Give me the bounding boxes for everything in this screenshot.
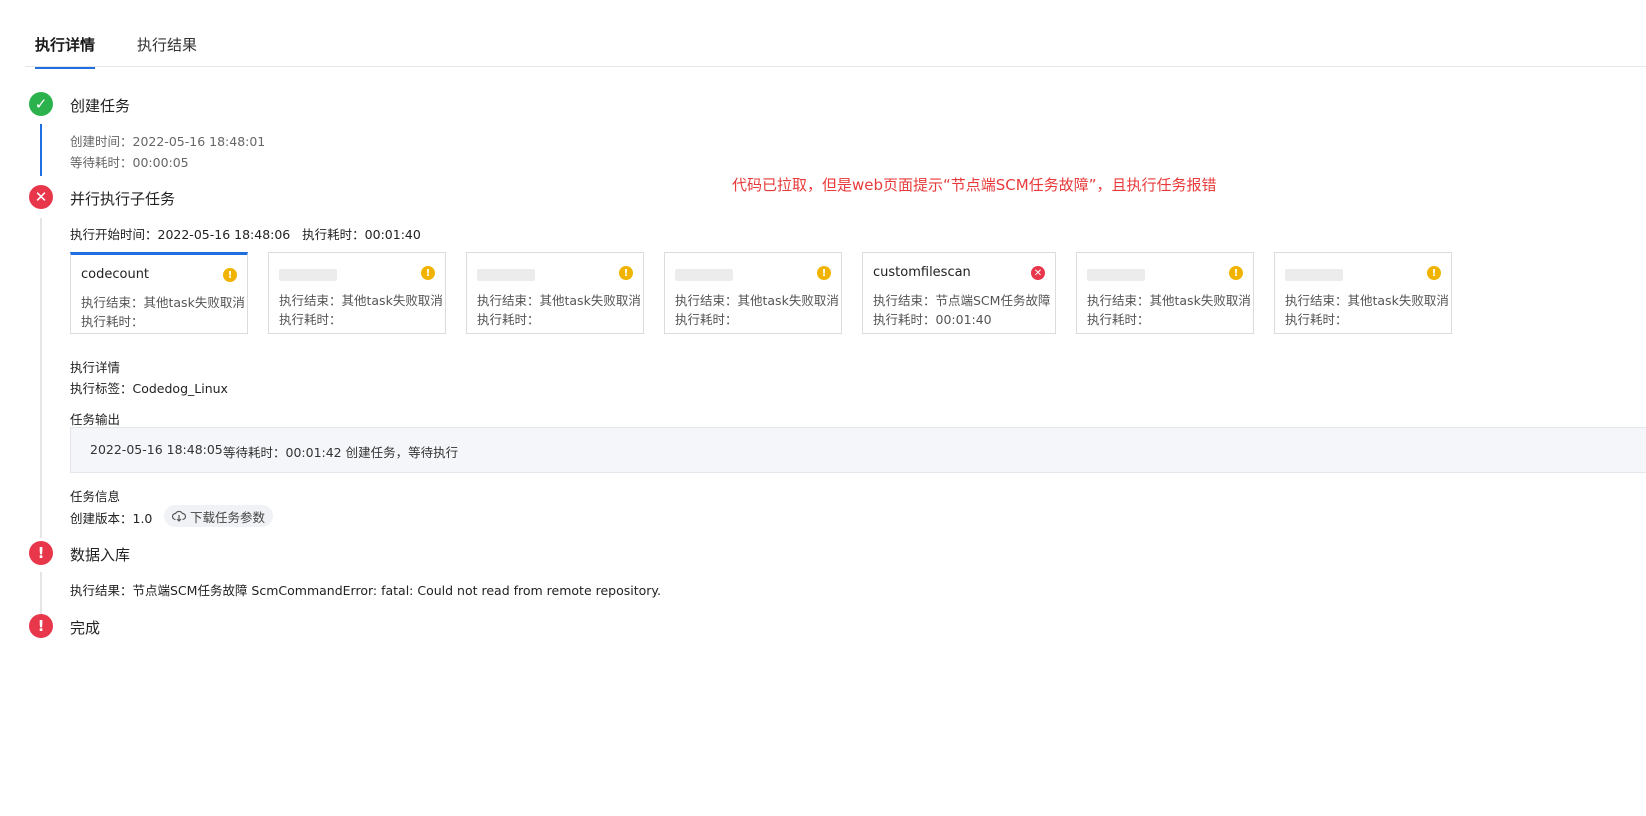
info-heading: 任务信息 [70, 489, 121, 504]
subtask-card[interactable]: ! 执行结束：其他task失败取消 执行耗时： [268, 252, 446, 334]
exclamation-circle-icon: ! [29, 614, 53, 638]
subtask-card[interactable]: ! 执行结束：其他task失败取消 执行耗时： [664, 252, 842, 334]
step-connector [40, 572, 42, 614]
created-time: 创建时间：2022-05-16 18:48:01 [70, 134, 266, 149]
subtask-name: codecount [81, 267, 150, 282]
subtask-card[interactable]: ! 执行结束：其他task失败取消 执行耗时： [466, 252, 644, 334]
step-connector [40, 124, 42, 176]
output-text: 等待耗时：00:01:42 创建任务，等待执行 [223, 445, 459, 460]
subtask-result: 执行结束：其他task失败取消 [279, 293, 443, 308]
subtask-card[interactable]: ! 执行结束：其他task失败取消 执行耗时： [1274, 252, 1452, 334]
version-label: 创建版本：1.0 [70, 511, 153, 526]
subtask-name: customfilescan [873, 265, 971, 280]
subtask-result: 执行结束：其他task失败取消 [1087, 293, 1251, 308]
output-heading: 任务输出 [70, 412, 121, 427]
download-label: 下载任务参数 [190, 509, 266, 525]
warning-status-icon: ! [421, 266, 435, 280]
step-title-create: 创建任务 [70, 97, 131, 115]
subtask-result: 执行结束：其他task失败取消 [675, 293, 839, 308]
error-status-icon: ✕ [1031, 266, 1045, 280]
warning-status-icon: ! [1427, 266, 1441, 280]
warning-status-icon: ! [1229, 266, 1243, 280]
subtask-result: 执行结束：节点端SCM任务故障 [873, 293, 1051, 308]
parallel-summary: 执行开始时间：2022-05-16 18:48:06 执行耗时：00:01:40 [70, 227, 421, 242]
output-time: 2022-05-16 18:48:05 [90, 442, 223, 457]
exclamation-circle-icon: ! [29, 541, 53, 565]
redacted-name [279, 269, 337, 281]
task-output-box: 2022-05-16 18:48:05 等待耗时：00:01:42 创建任务，等… [70, 427, 1646, 473]
redacted-name [477, 269, 535, 281]
exec-tag: 执行标签：Codedog_Linux [70, 381, 228, 396]
subtask-duration: 执行耗时： [675, 312, 738, 327]
subtask-result: 执行结束：其他task失败取消 [81, 295, 245, 310]
redacted-name [1087, 269, 1145, 281]
redacted-name [1285, 269, 1343, 281]
subtask-duration: 执行耗时： [1087, 312, 1150, 327]
error-circle-icon: ✕ [29, 185, 53, 209]
subtask-result: 执行结束：其他task失败取消 [1285, 293, 1449, 308]
download-params-button[interactable]: 下载任务参数 [164, 505, 274, 527]
warning-status-icon: ! [223, 268, 237, 282]
annotation-note: 代码已拉取，但是web页面提示“节点端SCM任务故障”，且执行任务报错 [732, 176, 1217, 194]
subtask-duration: 执行耗时： [477, 312, 540, 327]
redacted-name [675, 269, 733, 281]
subtask-duration: 执行耗时： [279, 312, 342, 327]
step-connector [40, 218, 42, 538]
tab-execution-details[interactable]: 执行详情 [35, 34, 96, 69]
detail-heading: 执行详情 [70, 360, 121, 375]
subtask-duration: 执行耗时：00:01:40 [873, 312, 992, 327]
subtask-duration: 执行耗时： [1285, 312, 1348, 327]
subtask-duration: 执行耗时： [81, 314, 144, 329]
wait-time: 等待耗时：00:00:05 [70, 155, 189, 170]
tab-execution-results[interactable]: 执行结果 [137, 34, 197, 67]
step-title-ingest: 数据入库 [70, 546, 131, 564]
ingest-result: 执行结果：节点端SCM任务故障 ScmCommandError: fatal: … [70, 583, 662, 598]
cloud-download-icon [172, 510, 186, 522]
step-title-parallel: 并行执行子任务 [70, 190, 176, 208]
warning-status-icon: ! [619, 266, 633, 280]
warning-status-icon: ! [817, 266, 831, 280]
subtask-card[interactable]: customfilescan ✕ 执行结束：节点端SCM任务故障 执行耗时：00:01… [862, 252, 1056, 334]
step-title-done: 完成 [70, 619, 101, 637]
subtask-card[interactable]: codecount! 执行结束：其他task失败取消 执行耗时： [70, 252, 248, 334]
check-circle-icon: ✓ [29, 92, 53, 116]
tab-bar: 执行详情 执行结果 [25, 26, 1646, 69]
subtask-card[interactable]: ! 执行结束：其他task失败取消 执行耗时： [1076, 252, 1254, 334]
subtask-result: 执行结束：其他task失败取消 [477, 293, 641, 308]
